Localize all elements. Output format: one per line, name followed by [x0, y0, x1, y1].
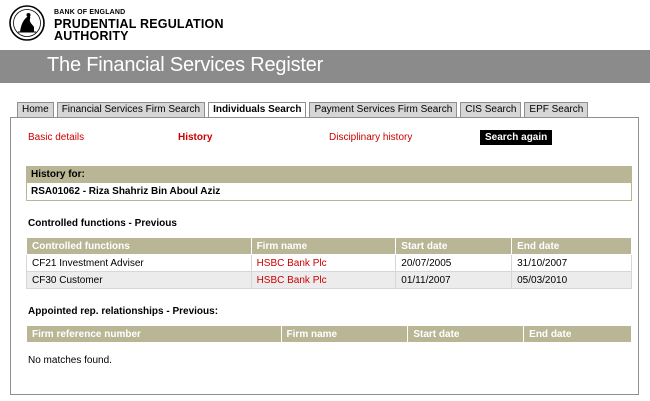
end-date-cell: 05/03/2010	[511, 271, 632, 289]
history-link[interactable]: History	[178, 132, 212, 143]
end-date-cell: 31/10/2007	[511, 254, 632, 272]
tab-home[interactable]: Home	[17, 102, 54, 117]
tab-epf-search[interactable]: EPF Search	[524, 102, 589, 117]
disciplinary-history-link[interactable]: Disciplinary history	[329, 132, 412, 143]
column-header: Firm name	[280, 325, 409, 343]
no-matches-message: No matches found.	[28, 355, 112, 366]
table-row: CF21 Investment Adviser HSBC Bank Plc 20…	[26, 254, 632, 272]
bank-of-england-seal-icon	[9, 5, 45, 41]
tab-financial-services-firm-search[interactable]: Financial Services Firm Search	[56, 102, 206, 117]
column-header: End date	[523, 325, 632, 343]
table-header-row: Controlled functions Firm name Start dat…	[26, 237, 632, 255]
column-header: Firm name	[250, 237, 397, 255]
column-header: End date	[511, 237, 632, 255]
column-header: Start date	[395, 237, 513, 255]
start-date-cell: 20/07/2005	[395, 254, 513, 272]
start-date-cell: 01/11/2007	[395, 271, 513, 289]
appointed-rep-table: Firm reference number Firm name Start da…	[26, 325, 632, 343]
controlled-functions-title: Controlled functions - Previous	[28, 218, 177, 229]
appointed-rep-title: Appointed rep. relationships - Previous:	[28, 306, 219, 317]
results-panel: Basic details History Disciplinary histo…	[10, 117, 639, 395]
firm-name-link[interactable]: HSBC Bank Plc	[250, 254, 397, 272]
search-again-button[interactable]: Search again	[480, 130, 553, 145]
basic-details-link[interactable]: Basic details	[28, 132, 84, 143]
page-title: The Financial Services Register	[47, 54, 324, 76]
column-header: Start date	[407, 325, 525, 343]
org-name: BANK OF ENGLAND PRUDENTIAL REGULATION AU…	[54, 9, 224, 42]
tab-payment-services-firm-search[interactable]: Payment Services Firm Search	[309, 102, 458, 117]
tab-cis-search[interactable]: CIS Search	[460, 102, 522, 117]
history-for-label: History for:	[27, 167, 631, 183]
controlled-functions-table: Controlled functions Firm name Start dat…	[26, 237, 632, 289]
org-name-small: BANK OF ENGLAND	[54, 9, 126, 16]
table-header-row: Firm reference number Firm name Start da…	[26, 325, 632, 343]
column-header: Controlled functions	[26, 237, 252, 255]
org-name-line2: AUTHORITY	[54, 29, 129, 43]
function-cell: CF30 Customer	[26, 271, 252, 289]
column-header: Firm reference number	[26, 325, 282, 343]
sub-navigation: Basic details History Disciplinary histo…	[11, 130, 638, 145]
title-bar: The Financial Services Register	[0, 50, 650, 83]
history-for-box: History for: RSA01062 - Riza Shahriz Bin…	[26, 166, 632, 201]
history-for-value: RSA01062 - Riza Shahriz Bin Aboul Aziz	[27, 183, 631, 200]
function-cell: CF21 Investment Adviser	[26, 254, 252, 272]
tab-bar: Home Financial Services Firm Search Indi…	[17, 102, 591, 119]
firm-name-link[interactable]: HSBC Bank Plc	[250, 271, 397, 289]
table-row: CF30 Customer HSBC Bank Plc 01/11/2007 0…	[26, 271, 632, 289]
